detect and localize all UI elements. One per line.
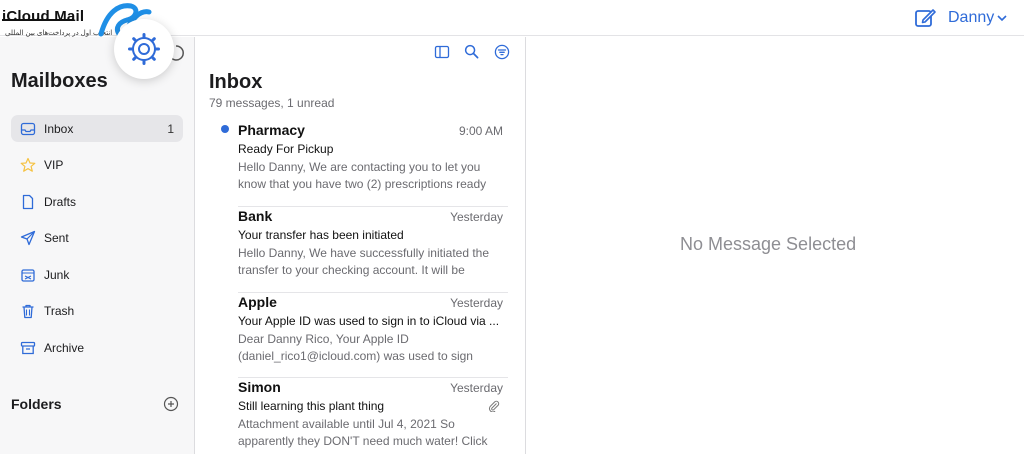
account-name: Danny (948, 9, 995, 26)
mailboxes-heading: Mailboxes (11, 70, 108, 92)
sidebar-item-junk[interactable]: Junk (11, 261, 183, 288)
sidebar-item-drafts[interactable]: Drafts (11, 188, 183, 215)
message-time: Yesterday (450, 381, 503, 396)
search-button[interactable] (463, 43, 480, 60)
message-preview: Hello Danny, We are contacting you to le… (238, 160, 487, 191)
sidebar-item-label: Sent (44, 231, 69, 245)
archive-box-icon (19, 339, 37, 357)
sidebar-toggle-icon (434, 45, 449, 58)
chevron-down-icon (997, 15, 1007, 22)
paper-plane-icon (19, 229, 37, 247)
junk-tray-icon (19, 266, 37, 284)
sidebar-item-inbox[interactable]: Inbox 1 (11, 115, 183, 142)
add-folder-button[interactable] (163, 396, 179, 412)
filter-icon (494, 44, 509, 59)
compose-button[interactable] (913, 6, 937, 30)
account-menu-button[interactable]: Danny (948, 7, 1007, 29)
message-sender: Simon (238, 379, 281, 396)
message-time: Yesterday (450, 295, 503, 310)
message-time: 9:00 AM (458, 124, 503, 138)
toggle-sidebar-button[interactable] (433, 43, 450, 60)
sidebar-item-label: Junk (44, 267, 70, 282)
gear-icon (128, 33, 160, 65)
sidebar-item-trash[interactable]: Trash (11, 298, 183, 325)
message-preview: Hello Danny, We have successfully initia… (238, 245, 490, 277)
message-sender: Apple (238, 293, 277, 310)
message-sender: Pharmacy (238, 122, 305, 138)
sidebar-item-label: Drafts (44, 194, 77, 209)
sidebar-item-label: VIP (44, 158, 64, 172)
sidebar-item-label: Archive (44, 340, 85, 355)
message-count-summary: 79 messages, 1 unread (209, 96, 335, 110)
sidebar-item-archive[interactable]: Archive (11, 334, 183, 361)
paperclip-icon (488, 401, 500, 413)
message-list-pane: Inbox 79 messages, 1 unread Pharmacy 9:0… (196, 37, 526, 454)
unread-dot (221, 125, 229, 133)
message-preview: Attachment available until Jul 4, 2021 S… (238, 417, 488, 449)
message-row[interactable]: Simon Yesterday Still learning this plan… (238, 378, 508, 454)
message-list-title: Inbox (209, 71, 263, 93)
compose-icon (915, 9, 936, 27)
message-row[interactable]: Apple Yesterday Your Apple ID was used t… (238, 293, 508, 379)
sidebar-item-label: Trash (44, 304, 75, 318)
message-subject: Ready For Pickup (238, 142, 334, 156)
settings-button[interactable] (114, 19, 174, 79)
sidebar-item-vip[interactable]: VIP (11, 152, 183, 179)
message-sender: Bank (238, 207, 273, 224)
brand-title: iCloud Mail (2, 8, 85, 25)
filter-button[interactable] (493, 43, 510, 60)
message-row[interactable]: Bank Yesterday Your transfer has been in… (238, 207, 508, 293)
empty-state-text: No Message Selected (680, 234, 857, 254)
folders-heading: Folders (11, 396, 62, 412)
plus-circle-icon (163, 396, 179, 412)
message-list: Pharmacy 9:00 AM Ready For Pickup Hello … (196, 121, 525, 454)
message-time: Yesterday (450, 209, 503, 224)
trash-icon (19, 302, 37, 320)
inbox-icon (19, 120, 37, 138)
message-subject: Your transfer has been initiated (238, 227, 404, 242)
unread-count-badge: 1 (167, 121, 174, 136)
document-icon (19, 193, 37, 211)
message-subject: Still learning this plant thing (238, 399, 385, 414)
message-subject: Your Apple ID was used to sign in to iCl… (238, 313, 500, 328)
sidebar: Mailboxes Inbox 1 VIP Drafts Sent Junk T… (0, 37, 195, 454)
brand-rule (2, 19, 74, 21)
message-preview: Dear Danny Rico, Your Apple ID (daniel_r… (238, 331, 473, 363)
sidebar-item-label: Inbox (44, 121, 74, 136)
mail-app: iCloud Mail انتخاب اول در پرداخت‌های بین… (0, 0, 1024, 454)
star-icon (19, 156, 37, 174)
list-toolbar (433, 43, 510, 60)
reading-pane: No Message Selected (527, 37, 1024, 454)
message-row[interactable]: Pharmacy 9:00 AM Ready For Pickup Hello … (221, 121, 508, 207)
sidebar-item-sent[interactable]: Sent (11, 225, 183, 252)
search-icon (464, 44, 479, 59)
mailbox-list: Inbox 1 VIP Drafts Sent Junk Trash Archi… (11, 115, 183, 371)
